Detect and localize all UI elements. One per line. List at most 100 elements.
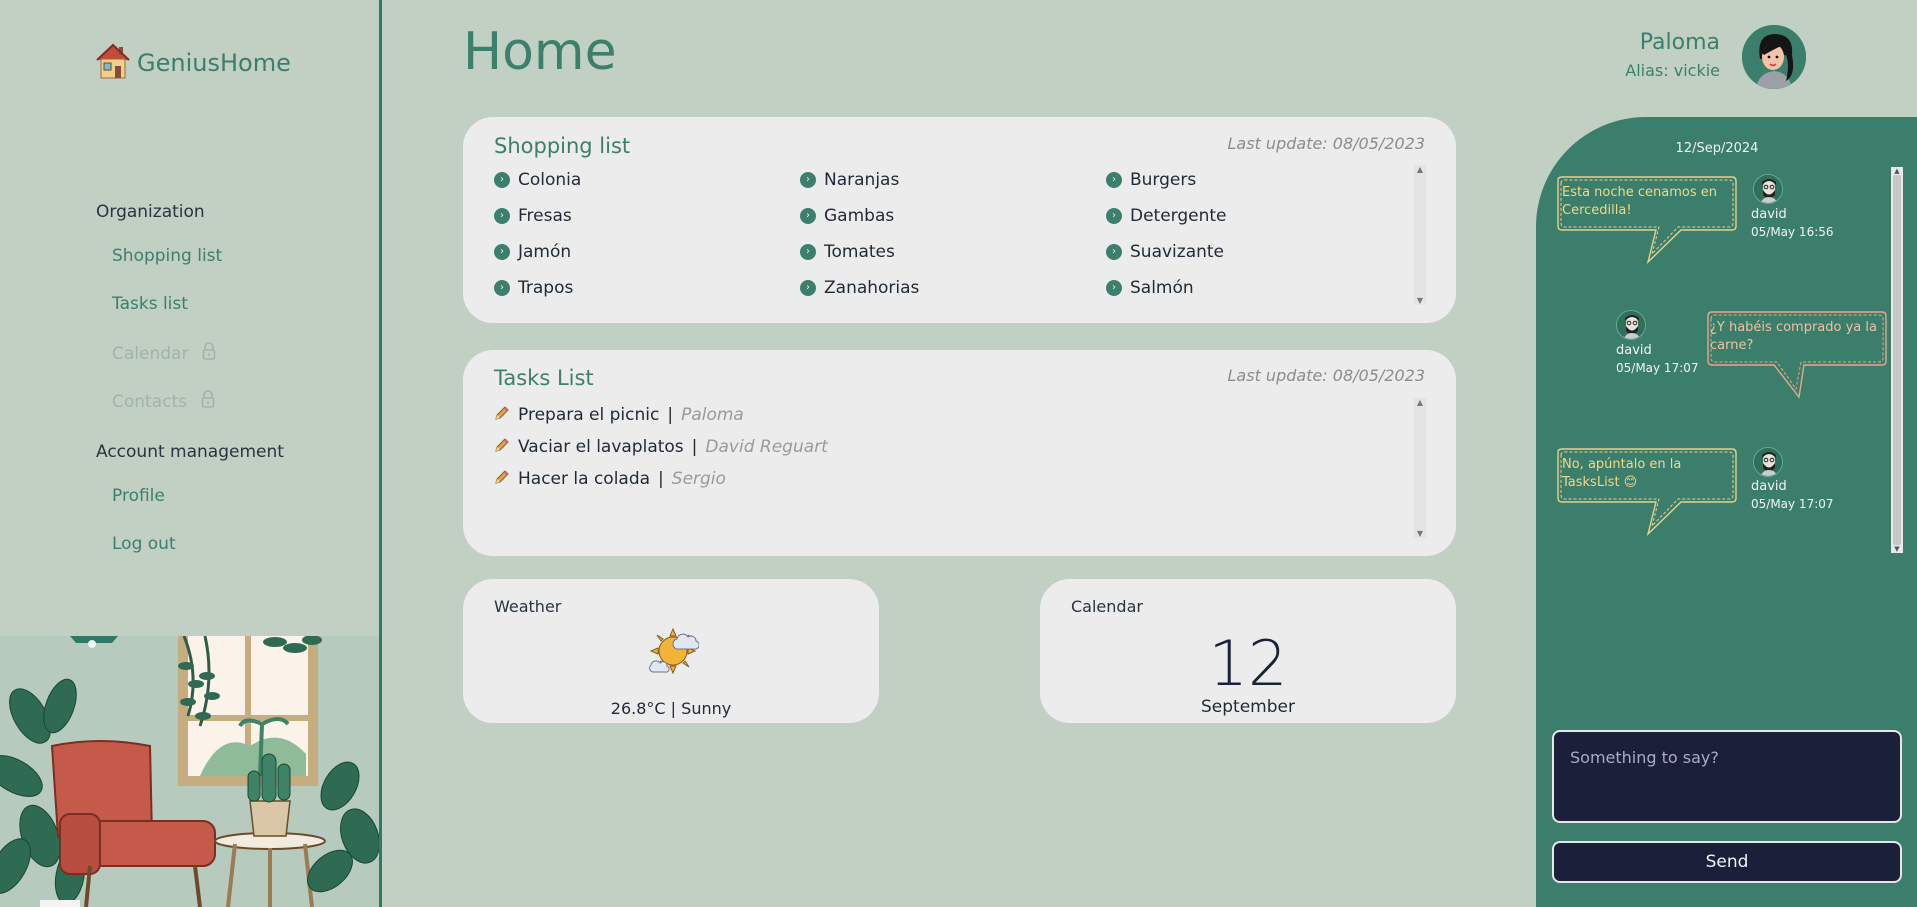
avatar [1753, 447, 1783, 477]
nav-heading-organization: Organization [96, 202, 205, 222]
list-item: › Tomates [800, 241, 1106, 263]
scroll-up-icon[interactable]: ▲ [1414, 398, 1426, 407]
chat-scrollbar[interactable]: ▲ ▼ [1891, 167, 1903, 553]
chat-message: ¿Y habéis comprado ya la carne? [1704, 311, 1888, 399]
sidebar-item-label: Calendar [112, 343, 189, 364]
chevron-right-icon: › [494, 280, 510, 296]
send-button[interactable]: Send [1552, 841, 1902, 883]
sidebar-item-shopping-list[interactable]: Shopping list [112, 246, 222, 266]
message-text: ¿Y habéis comprado ya la carne? [1710, 320, 1877, 353]
sidebar-item-contacts: Contacts [112, 390, 215, 413]
card-title[interactable]: Tasks List [494, 366, 594, 390]
sidebar-item-profile[interactable]: Profile [112, 486, 165, 506]
shopping-list-card: Shopping list Last update: 08/05/2023 › C… [463, 117, 1456, 323]
sidebar-item-label: Contacts [112, 391, 187, 412]
chevron-right-icon: › [1106, 280, 1122, 296]
pencil-icon [494, 469, 510, 490]
pencil-icon [494, 437, 510, 458]
scroll-down-icon[interactable]: ▼ [1891, 545, 1903, 553]
list-item: › Suavizante [1106, 241, 1406, 263]
separator: | [667, 405, 674, 425]
calendar-day: 12 [1208, 627, 1288, 700]
list-item: › Burgers [1106, 169, 1406, 191]
shopping-scrollbar[interactable]: ▲ ▼ [1414, 165, 1426, 305]
list-item: › Detergente [1106, 205, 1406, 227]
message-time: 05/May 17:07 [1616, 361, 1699, 375]
last-update: Last update: 08/05/2023 [1227, 366, 1425, 385]
tasks-scrollbar[interactable]: ▲ ▼ [1414, 398, 1426, 538]
chevron-right-icon: › [1106, 208, 1122, 224]
message-time: 05/May 16:56 [1751, 225, 1834, 239]
weather-summary: 26.8°C | Sunny [610, 699, 732, 718]
sidebar: GeniusHome Organization Shopping list Ta… [0, 0, 382, 907]
message-time: 05/May 17:07 [1751, 497, 1834, 511]
lock-icon [201, 390, 215, 413]
message-input[interactable] [1552, 730, 1902, 823]
calendar-widget: Calendar 12 September [1040, 579, 1456, 723]
chat-date: 12/Sep/2024 [1675, 141, 1759, 156]
sidebar-item-label: Shopping list [112, 246, 223, 266]
lock-icon [202, 342, 216, 365]
list-item: › Salmón [1106, 277, 1406, 299]
list-item: › Zanahorias [800, 277, 1106, 299]
widget-title: Weather [494, 597, 562, 616]
pencil-icon [494, 405, 510, 426]
scroll-thumb[interactable] [1893, 175, 1901, 545]
sidebar-item-label: Tasks list [112, 294, 188, 314]
house-icon [95, 42, 131, 84]
avatar [1753, 174, 1783, 204]
avatar [1616, 310, 1646, 340]
task-name: Prepara el picnic [518, 405, 660, 425]
user-name: Paloma [1639, 30, 1720, 55]
task-name: Hacer la colada [518, 469, 651, 489]
chevron-right-icon: › [800, 280, 816, 296]
task-items: Prepara el picnic | Paloma Vaciar el lav… [494, 404, 828, 500]
chevron-right-icon: › [800, 208, 816, 224]
message-text: Esta noche cenamos en Cercedilla! [1562, 185, 1718, 218]
list-item: Hacer la colada | Sergio [494, 468, 828, 490]
scroll-down-icon[interactable]: ▼ [1414, 529, 1426, 538]
separator: | [691, 437, 698, 457]
chevron-right-icon: › [1106, 172, 1122, 188]
app-name: GeniusHome [137, 49, 291, 77]
avatar[interactable] [1742, 25, 1806, 89]
chat-panel: 12/Sep/2024 Esta noche cenamos en Cerced… [1536, 117, 1917, 907]
chevron-right-icon: › [1106, 244, 1122, 260]
chevron-right-icon: › [494, 244, 510, 260]
message-text: No, apúntalo en la TasksList 😊 [1562, 457, 1682, 490]
task-name: Vaciar el lavaplatos [518, 437, 684, 457]
scroll-up-icon[interactable]: ▲ [1414, 165, 1426, 174]
app-logo[interactable]: GeniusHome [95, 42, 291, 84]
nav-heading-account-management: Account management [96, 442, 284, 462]
message-author: david [1751, 207, 1787, 222]
list-item: › Colonia [494, 169, 800, 191]
chevron-right-icon: › [800, 172, 816, 188]
chevron-right-icon: › [800, 244, 816, 260]
page-title: Home [463, 22, 617, 82]
task-assignee: David Reguart [705, 437, 828, 457]
sidebar-item-calendar: Calendar [112, 342, 216, 365]
chat-message: Esta noche cenamos en Cercedilla! [1556, 176, 1740, 264]
chat-message: No, apúntalo en la TasksList 😊 [1556, 448, 1740, 536]
sidebar-item-label: Log out [112, 534, 176, 554]
list-item: › Trapos [494, 277, 800, 299]
last-update: Last update: 08/05/2023 [1227, 134, 1425, 153]
separator: | [658, 469, 664, 489]
list-item: › Fresas [494, 205, 800, 227]
card-title[interactable]: Shopping list [494, 134, 630, 158]
scroll-down-icon[interactable]: ▼ [1414, 296, 1426, 305]
list-item: › Jamón [494, 241, 800, 263]
calendar-month: September [1201, 697, 1295, 717]
chevron-right-icon: › [494, 172, 510, 188]
sidebar-item-label: Profile [112, 486, 165, 506]
list-item: Prepara el picnic | Paloma [494, 404, 828, 426]
sidebar-item-tasks-list[interactable]: Tasks list [112, 294, 188, 314]
sidebar-item-log-out[interactable]: Log out [112, 534, 176, 554]
user-alias: Alias: vickie [1625, 61, 1720, 80]
chevron-right-icon: › [494, 208, 510, 224]
message-author: david [1751, 479, 1787, 494]
scroll-up-icon[interactable]: ▲ [1891, 167, 1903, 175]
sun-cloud-icon [647, 625, 700, 679]
task-assignee: Sergio [671, 469, 726, 489]
widget-title: Calendar [1071, 597, 1143, 616]
